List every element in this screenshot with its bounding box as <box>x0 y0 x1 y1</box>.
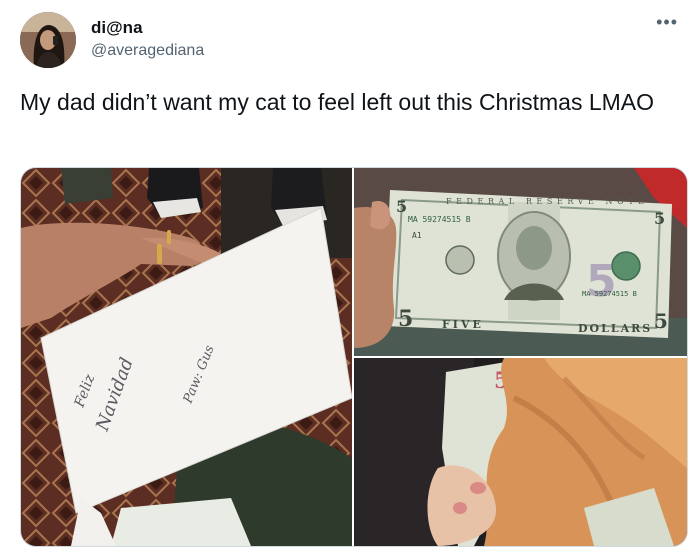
photo-envelope[interactable]: Feliz Navidad Paw: Gus <box>21 168 352 546</box>
photo-five-dollar-bill[interactable]: 5 FEDERAL RESERVE NOTE MA 59274515 B A1 … <box>354 168 687 356</box>
bill-corner-br: 5 <box>654 309 668 333</box>
bill-corner-tl: 5 <box>396 197 407 216</box>
bill-corner-tr: 5 <box>654 209 665 228</box>
bill-corner-bl: 5 <box>398 306 413 332</box>
bill-serial-right: MA 59274515 B <box>582 290 637 298</box>
avatar[interactable] <box>20 12 76 68</box>
author-display-name[interactable]: di@na <box>91 18 143 38</box>
bill-five-label: FIVE <box>442 318 484 331</box>
bill-serial-left: MA 59274515 B <box>408 215 471 224</box>
media-grid: Feliz Navidad Paw: Gus 5 FEDERAL RESERVE… <box>20 167 688 547</box>
more-options-icon[interactable]: ••• <box>656 12 678 33</box>
svg-text:5: 5 <box>586 256 617 307</box>
bill-block-label: A1 <box>412 231 422 240</box>
author-handle[interactable]: @averagediana <box>91 42 204 60</box>
bill-dollars-label: DOLLARS <box>578 322 652 335</box>
photo-cat-with-bill[interactable]: 5 <box>354 358 687 546</box>
tweet-text: My dad didn’t want my cat to feel left o… <box>20 89 655 115</box>
